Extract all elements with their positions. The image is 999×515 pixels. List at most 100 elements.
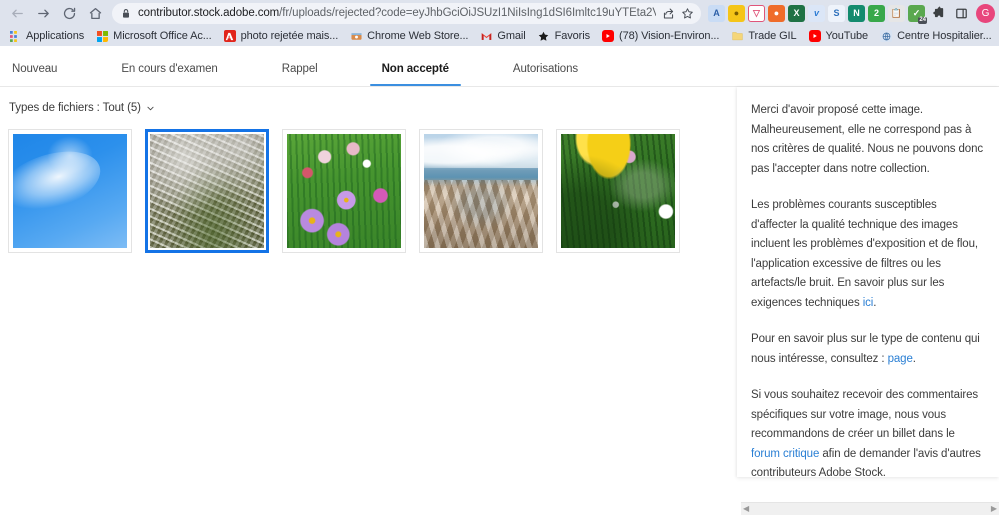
bookmark-label: YouTube [825,30,869,42]
extensions-strip: A ● ▽ ● X v S N 2 📋 ✓ 24 G [706,3,995,24]
rejection-paragraph-1: Merci d'avoir proposé cette image. Malhe… [751,104,984,175]
bookmark-applications[interactable]: Applications [4,29,91,43]
bookmark-photo-rejetee[interactable]: photo rejetée mais... [219,29,346,43]
bookmark-star-icon[interactable] [681,7,694,20]
translate-extension-icon[interactable]: A [708,4,725,22]
file-type-filter-label: Types de fichiers : Tout (5) [9,102,141,114]
lock-icon [121,8,131,19]
thumbnail-yellow-poppy[interactable] [556,129,680,253]
content-area: Types de fichiers : Tout (5) Merci d'avo… [0,87,999,515]
youtube-icon [808,30,821,42]
tab-nouveau[interactable]: Nouveau [8,63,61,86]
adobe-icon [223,30,236,42]
checker-extension-icon[interactable]: ✓ 24 [908,4,927,24]
upload-status-tabs: Nouveau En cours d'examen Rappel Non acc… [0,46,999,87]
rejection-details-column: Merci d'avoir proposé cette image. Malhe… [737,87,999,515]
paragraph-4-text: Si vous souhaitez recevoir des commentai… [751,389,979,440]
onenote-extension-icon[interactable]: N [848,4,865,22]
thumbnail-water-texture[interactable] [145,129,269,253]
scroll-right-arrow[interactable]: ▶ [991,505,997,513]
bookmark-vision-environ[interactable]: (78) Vision-Environ... [597,29,726,43]
chrome-store-icon [350,30,362,42]
thumbnail-grid [8,129,737,253]
bookmark-label: Trade GIL [748,30,797,42]
forward-arrow-icon[interactable] [30,1,56,25]
rejection-message-panel: Merci d'avoir proposé cette image. Malhe… [737,87,999,477]
address-bar[interactable]: contributor.stock.adobe.com/fr/uploads/r… [112,2,701,24]
bookmark-label: photo rejetée mais... [240,30,339,42]
ghostery-extension-icon[interactable]: ● [768,4,785,22]
technical-requirements-link[interactable]: ici [863,297,874,309]
thumbnail-blue-sky[interactable] [8,129,132,253]
content-types-page-link[interactable]: page [888,353,913,365]
paragraph-3-text: Pour en savoir plus sur le type de conte… [751,333,980,365]
share-icon[interactable] [662,7,675,20]
globe-icon [880,30,893,42]
file-type-filter[interactable]: Types de fichiers : Tout (5) [8,97,737,119]
bookmark-label: (78) Vision-Environ... [619,30,720,42]
folder-icon [731,30,743,42]
side-panel-icon[interactable] [951,3,971,23]
bookmark-youtube[interactable]: YouTube [804,29,876,43]
chevron-down-icon [146,104,155,113]
bookmark-label: Gmail [497,30,526,42]
bookmark-centre-hospitalier[interactable]: Centre Hospitalier... [875,29,999,43]
panel-horizontal-scrollbar[interactable]: ◀ ▶ [741,502,999,515]
tab-non-accepte[interactable]: Non accepté [369,63,462,86]
apps-grid-icon [9,30,21,42]
gallery-column: Types de fichiers : Tout (5) [0,87,737,515]
thumbnail-image [13,134,127,248]
address-bar-url: contributor.stock.adobe.com/fr/uploads/r… [138,7,656,19]
tab-autorisations[interactable]: Autorisations [509,63,582,86]
thumbnail-image [150,134,264,248]
bookmark-label: Chrome Web Store... [367,30,469,42]
lastpass-extension-icon[interactable]: ● [728,4,745,22]
back-arrow-icon[interactable] [4,1,30,25]
critique-forum-link[interactable]: forum critique [751,448,819,460]
evernote-extension-icon[interactable]: 2 [868,4,885,22]
browser-chrome: contributor.stock.adobe.com/fr/uploads/r… [0,0,999,46]
pocket-extension-icon[interactable]: ▽ [748,4,765,22]
bookmark-label: Centre Hospitalier... [897,30,992,42]
paragraph-2-text: Les problèmes courants susceptibles d'af… [751,199,978,309]
paragraph-2-period: . [873,296,877,309]
scroll-left-arrow[interactable]: ◀ [743,505,749,513]
bookmark-chrome-web-store[interactable]: Chrome Web Store... [345,29,475,43]
thumbnail-image [287,134,401,248]
youtube-icon [602,30,614,42]
thumbnail-rocky-shore[interactable] [419,129,543,253]
excel-extension-icon[interactable]: X [788,4,805,22]
rejection-paragraph-2: Les problèmes courants susceptibles d'af… [751,196,985,313]
page-content: Nouveau En cours d'examen Rappel Non acc… [0,46,999,515]
bookmark-label: Microsoft Office Ac... [113,30,212,42]
browser-nav-row: contributor.stock.adobe.com/fr/uploads/r… [0,0,999,26]
reload-icon[interactable] [56,1,82,25]
url-path: /fr/uploads/rejected?code=eyJhbGciOiJSUz… [279,7,656,19]
paragraph-3-period: . [912,352,916,365]
bookmark-gmail[interactable]: Gmail [475,29,532,43]
bookmarks-bar: Applications Microsoft Office Ac... phot… [0,26,999,46]
bookmark-trade-gil[interactable]: Trade GIL [726,29,803,43]
bookmark-favoris[interactable]: Favoris [533,29,597,43]
bookmark-label: Applications [26,30,85,42]
puzzle-icon[interactable] [928,3,948,23]
rejection-paragraph-3: Pour en savoir plus sur le type de conte… [751,330,985,369]
rejection-paragraph-4: Si vous souhaitez recevoir des commentai… [751,386,985,477]
url-host: contributor.stock.adobe.com [138,7,280,19]
microsoft-icon [96,30,108,42]
thumbnail-cosmos-flowers[interactable] [282,129,406,253]
bookmark-microsoft-office[interactable]: Microsoft Office Ac... [91,29,218,43]
bookmark-label: Favoris [554,30,590,42]
thumbnail-image [561,134,675,248]
gmail-icon [480,30,492,42]
tab-rappel[interactable]: Rappel [278,63,322,86]
clipboard-extension-icon[interactable]: 📋 [888,4,905,22]
profile-avatar[interactable]: G [976,3,995,23]
vimeo-extension-icon[interactable]: v [808,4,825,22]
home-icon[interactable] [82,1,108,25]
sketchup-extension-icon[interactable]: S [828,4,845,22]
extension-badge: 24 [918,16,927,24]
tab-en-cours-examen[interactable]: En cours d'examen [117,63,221,86]
thumbnail-image [424,134,538,248]
star-icon [538,30,550,42]
